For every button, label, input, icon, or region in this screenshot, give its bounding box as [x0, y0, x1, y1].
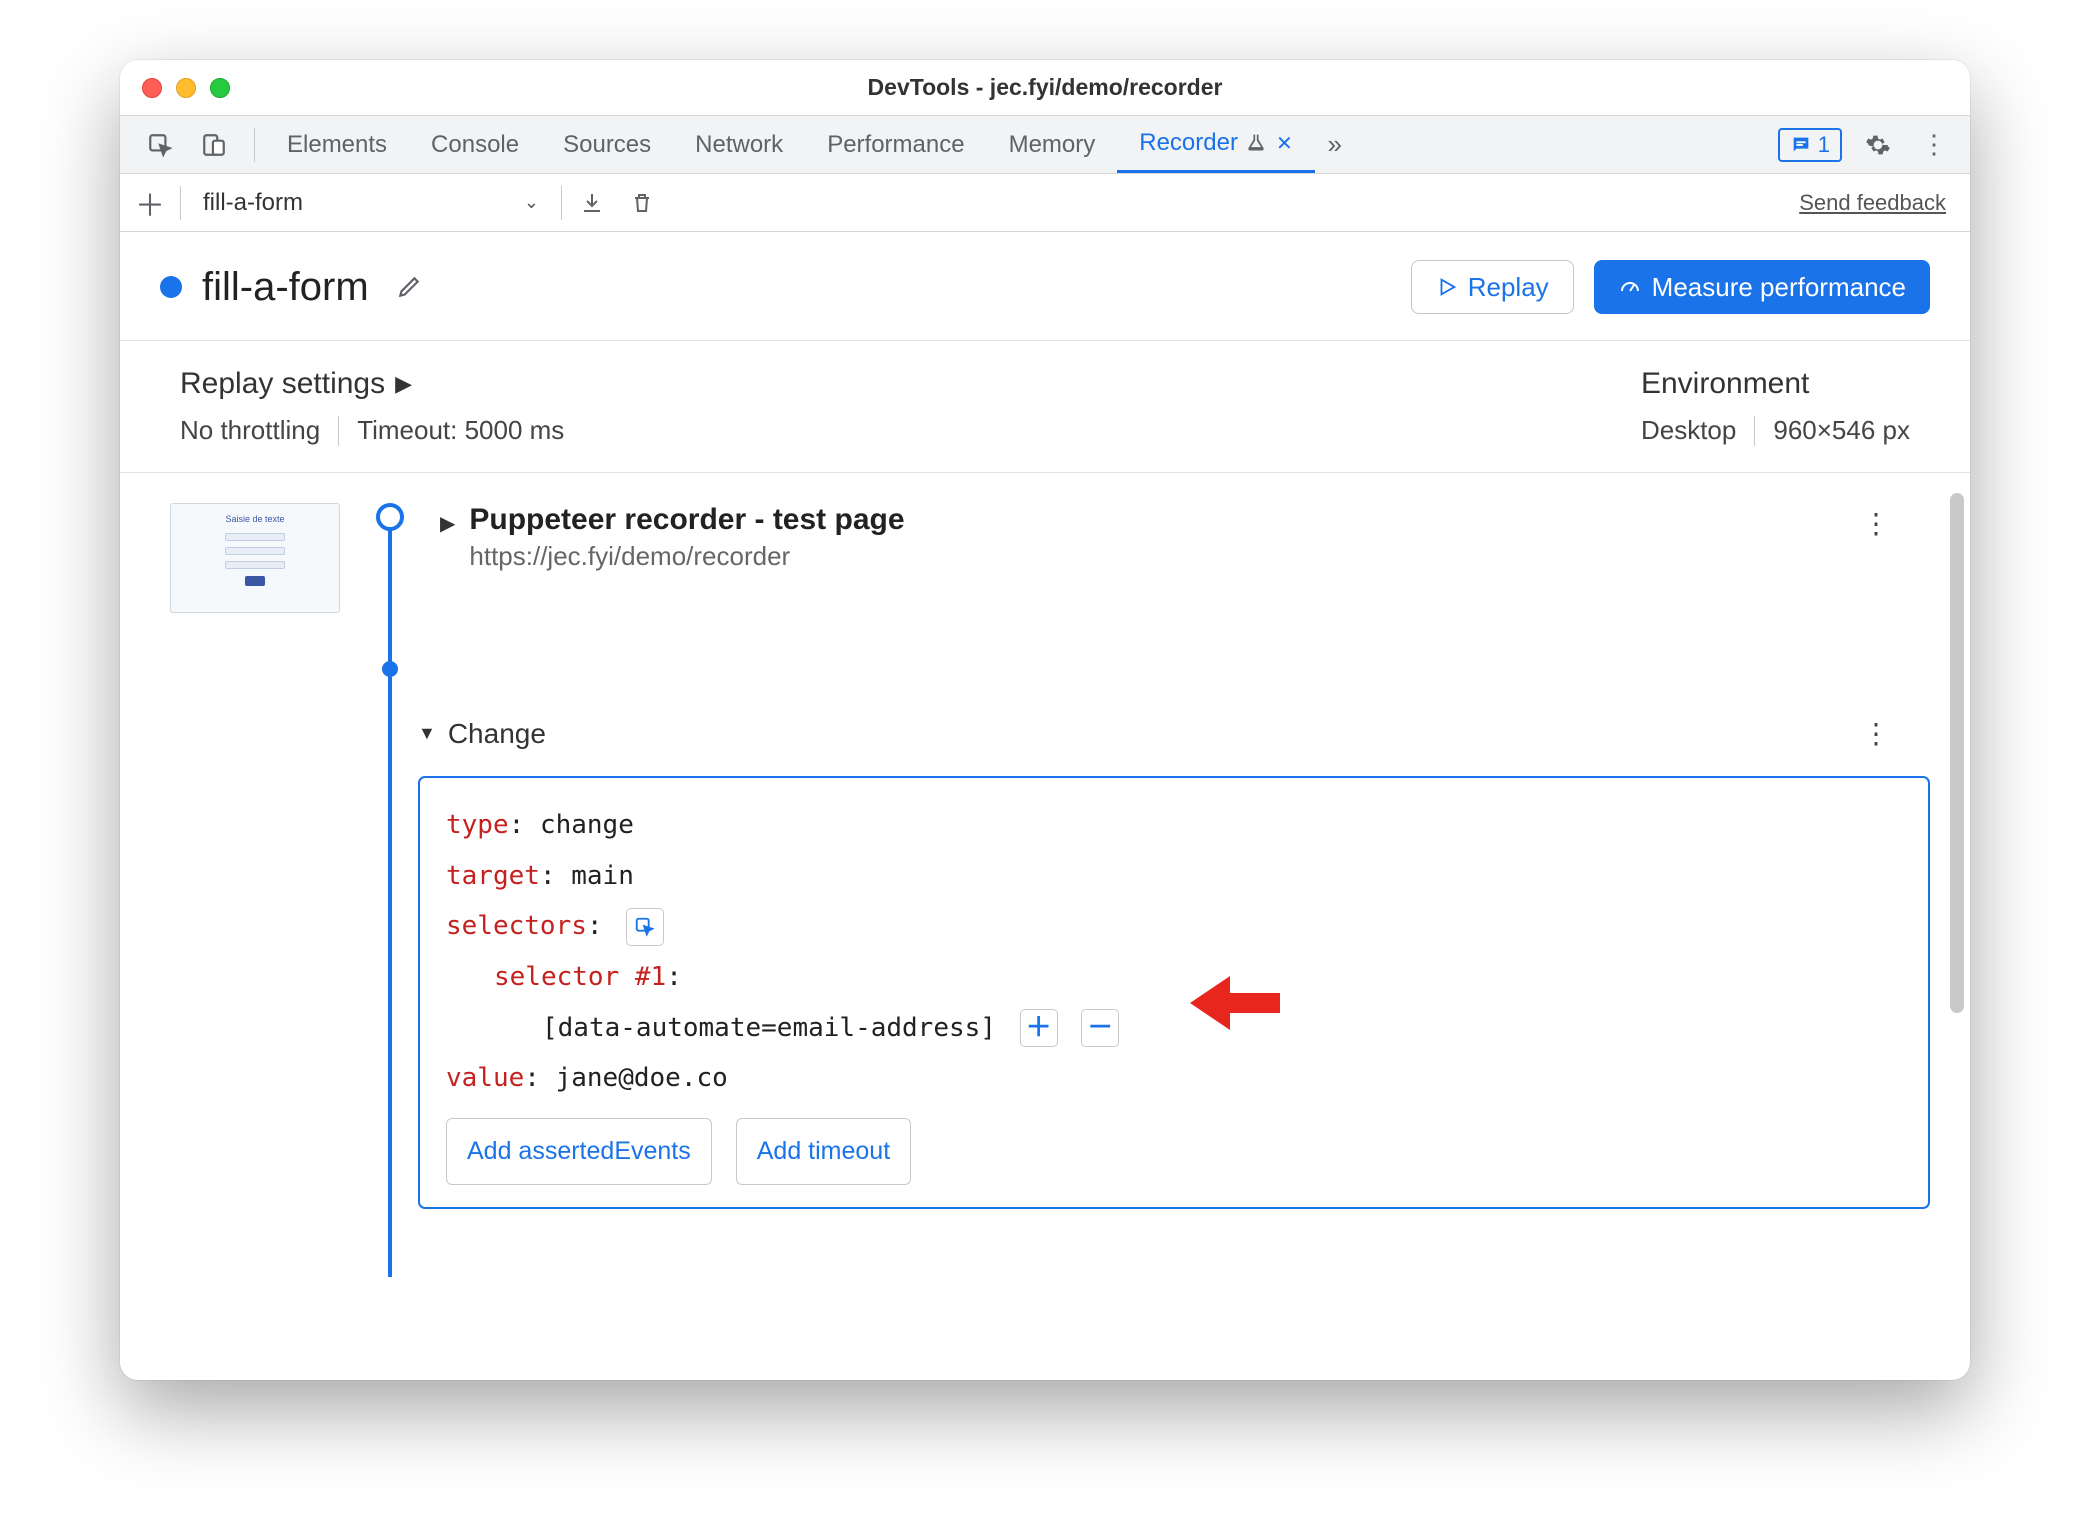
devtools-tabs: Elements Console Sources Network Perform… — [120, 116, 1970, 174]
tab-elements[interactable]: Elements — [265, 116, 409, 173]
environment-title: Environment — [1641, 367, 1809, 401]
gauge-icon — [1618, 275, 1642, 299]
recording-select[interactable]: fill-a-form ⌄ — [191, 183, 551, 223]
devtools-window: DevTools - jec.fyi/demo/recorder Element… — [120, 60, 1970, 1380]
flask-icon — [1246, 133, 1266, 153]
tab-recorder[interactable]: Recorder ✕ — [1117, 116, 1314, 173]
chevron-down-icon: ⌄ — [524, 192, 539, 213]
step-start-title: Puppeteer recorder - test page — [469, 503, 904, 537]
kebab-menu-icon[interactable]: ⋮ — [1914, 125, 1954, 165]
gear-icon[interactable] — [1858, 125, 1898, 165]
titlebar: DevTools - jec.fyi/demo/recorder — [120, 60, 1970, 116]
value-value[interactable]: jane@doe.co — [556, 1063, 728, 1093]
step-start-url: https://jec.fyi/demo/recorder — [469, 541, 904, 572]
traffic-lights — [120, 78, 230, 98]
annotation-arrow-icon — [1190, 968, 1280, 1038]
device-value: Desktop — [1641, 415, 1736, 446]
tab-network[interactable]: Network — [673, 116, 805, 173]
issues-chip[interactable]: 1 — [1778, 128, 1842, 162]
type-value[interactable]: change — [540, 810, 634, 840]
add-timeout-button[interactable]: Add timeout — [736, 1118, 911, 1185]
remove-selector-button[interactable]: － — [1081, 1009, 1119, 1047]
measure-performance-button[interactable]: Measure performance — [1594, 260, 1930, 314]
play-icon — [1436, 276, 1458, 298]
field-key: value — [446, 1063, 524, 1093]
scrollbar[interactable] — [1950, 493, 1964, 1013]
timeout-value: Timeout: 5000 ms — [357, 415, 564, 446]
field-key: selectors — [446, 911, 587, 941]
minimize-window-button[interactable] — [176, 78, 196, 98]
add-selector-button[interactable]: ＋ — [1020, 1009, 1058, 1047]
step-thumbnail[interactable]: Saisie de texte — [170, 503, 340, 613]
selector-index: selector #1 — [494, 962, 666, 992]
recording-select-value: fill-a-form — [203, 189, 303, 217]
viewport-value: 960×546 px — [1773, 415, 1910, 446]
tab-memory[interactable]: Memory — [987, 116, 1118, 173]
maximize-window-button[interactable] — [210, 78, 230, 98]
timeline — [370, 503, 410, 677]
window-title: DevTools - jec.fyi/demo/recorder — [120, 74, 1970, 101]
steps-panel: Saisie de texte ▶ Puppeteer recorder - t… — [120, 473, 1970, 1380]
selector-value[interactable]: [data-automate=email-address] — [542, 1013, 996, 1043]
add-asserted-events-button[interactable]: Add assertedEvents — [446, 1118, 712, 1185]
edit-title-icon[interactable] — [389, 267, 429, 307]
step-change-label: Change — [448, 718, 546, 750]
step-menu-icon[interactable]: ⋮ — [1852, 503, 1900, 544]
field-key: target — [446, 861, 540, 891]
step-menu-icon[interactable]: ⋮ — [1852, 713, 1900, 754]
more-tabs-icon[interactable]: » — [1315, 125, 1355, 165]
close-window-button[interactable] — [142, 78, 162, 98]
close-tab-icon[interactable]: ✕ — [1276, 131, 1293, 156]
target-value[interactable]: main — [571, 861, 634, 891]
recorder-toolbar: ＋ fill-a-form ⌄ Send feedback — [120, 174, 1970, 232]
device-toggle-icon[interactable] — [194, 125, 234, 165]
recording-title: fill-a-form — [202, 265, 369, 310]
export-icon[interactable] — [572, 183, 612, 223]
chevron-right-icon: ▶ — [395, 371, 412, 397]
issues-count: 1 — [1818, 132, 1830, 158]
field-key: type — [446, 810, 509, 840]
tab-sources[interactable]: Sources — [541, 116, 673, 173]
timeline-start-icon — [376, 503, 404, 531]
replay-button[interactable]: Replay — [1411, 260, 1574, 314]
send-feedback-link[interactable]: Send feedback — [1799, 190, 1960, 216]
replay-settings-toggle[interactable]: Replay settings ▶ — [180, 367, 564, 401]
recording-header: fill-a-form Replay Measure performance — [120, 232, 1970, 341]
recording-dot-icon — [160, 276, 182, 298]
selector-picker-button[interactable] — [626, 908, 664, 946]
throttling-value: No throttling — [180, 415, 320, 446]
step-details-card: type: change target: main selectors: sel… — [418, 776, 1930, 1209]
add-recording-icon[interactable]: ＋ — [130, 183, 170, 223]
delete-icon[interactable] — [622, 183, 662, 223]
expand-step-icon[interactable]: ▶ — [440, 511, 455, 536]
timeline-step-icon — [382, 661, 398, 677]
chat-icon — [1790, 134, 1812, 156]
tab-performance[interactable]: Performance — [805, 116, 986, 173]
tab-console[interactable]: Console — [409, 116, 541, 173]
collapse-step-icon[interactable]: ▼ — [418, 723, 436, 744]
inspect-icon[interactable] — [140, 125, 180, 165]
settings-row: Replay settings ▶ No throttling Timeout:… — [120, 341, 1970, 473]
